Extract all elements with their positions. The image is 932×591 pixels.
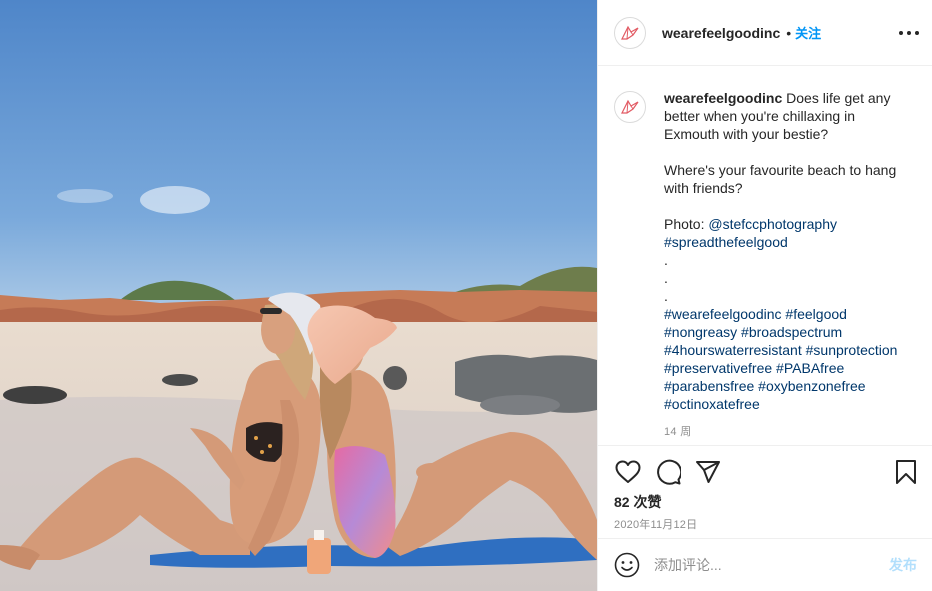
actions-area: 82 次赞 2020年11月12日: [598, 445, 932, 538]
bird-logo-icon: [621, 99, 639, 114]
share-icon[interactable]: [694, 458, 722, 486]
post-author-username[interactable]: wearefeelgoodinc: [662, 25, 780, 41]
post-photo[interactable]: [0, 0, 597, 591]
bookmark-icon[interactable]: [892, 458, 920, 486]
beach-photo-image: [0, 0, 597, 591]
photo-credit-link[interactable]: @stefccphotography: [708, 216, 837, 232]
separator-dot: •: [786, 24, 792, 41]
follow-button[interactable]: 关注: [795, 23, 821, 42]
photo-label: Photo:: [664, 216, 709, 232]
caption-area: wearefeelgoodinc Does life get any bette…: [598, 67, 932, 444]
caption-avatar[interactable]: [614, 91, 646, 123]
post-header: wearefeelgoodinc • 关注: [598, 0, 932, 66]
comment-box: 发布: [598, 538, 932, 591]
emoji-icon[interactable]: [614, 552, 640, 578]
post-side-panel: wearefeelgoodinc • 关注 wearefeelgoodinc D…: [597, 0, 932, 591]
comment-icon[interactable]: [654, 458, 682, 486]
hashtag-main[interactable]: #spreadthefeelgood: [664, 233, 914, 251]
hashtag-list[interactable]: #wearefeelgoodinc #feelgood #nongreasy #…: [664, 305, 914, 413]
comment-input[interactable]: [654, 557, 881, 573]
likes-count[interactable]: 82 次赞: [614, 492, 661, 512]
bird-logo-icon: [621, 25, 639, 40]
avatar[interactable]: [614, 16, 646, 49]
post-comment-button[interactable]: 发布: [889, 555, 917, 575]
action-icons: [614, 458, 918, 486]
time-ago: 14 周: [664, 426, 692, 438]
caption-username[interactable]: wearefeelgoodinc: [664, 90, 782, 106]
heart-icon[interactable]: [614, 458, 642, 486]
caption-text: wearefeelgoodinc Does life get any bette…: [664, 89, 914, 441]
caption-question: Where's your favourite beach to hang wit…: [664, 162, 897, 196]
post-date[interactable]: 2020年11月12日: [614, 516, 697, 532]
caption-row: wearefeelgoodinc Does life get any bette…: [614, 89, 917, 441]
more-options-icon[interactable]: [899, 24, 919, 42]
caption-dots: . . .: [664, 252, 668, 304]
